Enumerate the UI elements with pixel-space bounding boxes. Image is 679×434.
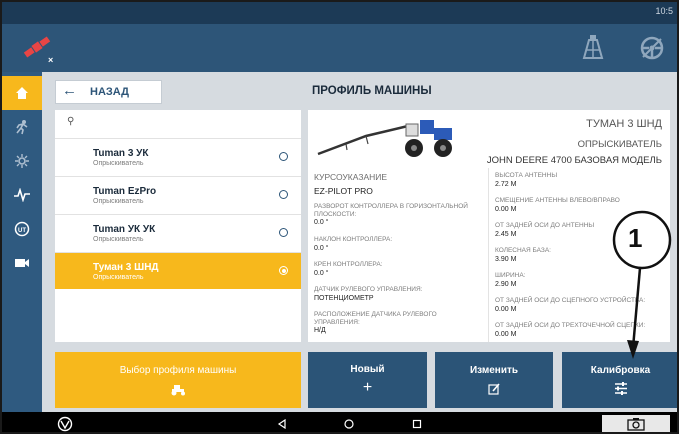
param-value: 0.0 ° [314,270,329,277]
video-camera-icon [15,259,29,267]
list-item-selected[interactable]: Туман 3 ШНД Опрыскиватель [55,252,301,289]
sprayer-run-icon [16,120,28,135]
param-label: РАЗВОРОТ КОНТРОЛЛЕРА В ГОРИЗОНТАЛЬНОЙ ПЛ… [314,203,468,218]
brand-logo-icon[interactable] [57,416,73,432]
top-bar: × [2,24,677,72]
callout-number: 1 [628,223,643,253]
field-grid-icon[interactable] [580,34,606,62]
param-value: EZ-PILOT PRO [314,186,373,196]
param-value: 0.00 M [495,331,517,338]
param-value: 0.0 ° [314,219,329,226]
param-value: 0.0 ° [314,245,329,252]
list-item[interactable]: Tuman 3 УК Опрыскиватель [55,138,301,176]
vehicle-type: Опрыскиватель [93,160,144,167]
sliders-icon [614,382,627,395]
param-label: КУРСОУКАЗАНИЕ [314,172,388,182]
param-label: КОЛЕСНАЯ БАЗА: [495,247,551,254]
param-value: 2.72 M [495,181,517,188]
pulse-icon [14,188,30,202]
list-item[interactable]: Tuman УК УК Опрыскиватель [55,214,301,252]
sidebar-item-home[interactable] [2,76,42,110]
profile-name: ТУМАН 3 ШНД [586,118,662,130]
param-value: 2.90 M [495,281,517,288]
param-value: 3.90 M [495,256,517,263]
param-value: 0.00 M [495,306,517,313]
tractor-icon [171,384,185,395]
sidebar: UT [2,72,42,412]
vehicle-name: Туман 3 ШНД [93,262,159,273]
sidebar-item-settings[interactable] [2,144,42,178]
list-item[interactable]: Tuman EzPro Опрыскиватель [55,176,301,214]
sidebar-item-diagnostics[interactable] [2,178,42,212]
gps-receiver-icon: UT [14,221,30,237]
vehicle-type: Опрыскиватель [93,236,144,243]
edit-button[interactable]: Изменить [435,352,553,408]
page-title: ПРОФИЛЬ МАШИНЫ [312,85,432,97]
calibrate-label: Калибровка [590,365,651,376]
back-triangle-icon[interactable] [277,419,287,429]
sidebar-item-camera[interactable] [2,246,42,280]
param-label: ВЫСОТА АНТЕННЫ [495,172,558,179]
edit-label: Изменить [469,365,519,376]
param-label: ДАТЧИК РУЛЕВОГО УПРАВЛЕНИЯ: [314,286,423,293]
profile-model: JOHN DEERE 4700 БАЗОВАЯ МОДЕЛЬ [486,155,662,166]
select-profile-label: Выбор профиля машины [119,364,237,376]
back-label: НАЗАД [90,86,129,98]
radio-button[interactable] [279,152,288,161]
vehicle-type: Опрыскиватель [93,274,144,281]
param-value: ПОТЕНЦИОМЕТР [314,295,374,302]
profile-type: ОПРЫСКИВАТЕЛЬ [577,139,662,150]
status-bar: 10:5 [2,2,677,24]
sidebar-item-run[interactable] [2,110,42,144]
search-icon[interactable]: ⚲ [67,116,74,127]
recents-square-icon[interactable] [412,419,422,429]
screenshot-camera-icon [627,418,645,431]
param-value: 2.45 M [495,231,517,238]
screenshot-button[interactable] [602,415,670,432]
status-time: 10:5 [655,6,673,16]
arrow-left-icon: ← [62,82,77,99]
profile-divider [488,168,489,342]
param-label: НАКЛОН КОНТРОЛЛЕРА: [314,236,393,243]
param-label: ОТ ЗАДНЕЙ ОСИ ДО АНТЕННЫ [495,222,595,229]
param-label: КРЕН КОНТРОЛЛЕРА: [314,261,383,268]
settings-sliders-icon [15,154,29,168]
vehicle-name: Tuman EzPro [93,186,157,197]
edit-icon [488,383,500,395]
new-button[interactable]: Новый + [308,352,427,408]
select-profile-button[interactable]: Выбор профиля машины [55,352,301,408]
vehicle-list: ⚲ Tuman 3 УК Опрыскиватель Tuman EzPro О… [55,110,301,342]
param-value: 0.00 M [495,206,517,213]
home-circle-icon[interactable] [344,419,354,429]
param-value: Н/Д [314,327,326,334]
radio-button[interactable] [279,228,288,237]
radio-button[interactable] [279,266,288,275]
vehicle-type: Опрыскиватель [93,198,144,205]
app-window: 10:5 × UT ← НАЗАД ПРОФИЛЬ МАШИНЫ ⚲ Tuman… [0,0,679,434]
main-content: ← НАЗАД ПРОФИЛЬ МАШИНЫ ⚲ Tuman 3 УК Опры… [42,72,677,412]
steering-wheel-icon[interactable] [639,35,665,61]
vehicle-name: Tuman УК УК [93,224,156,235]
radio-button[interactable] [279,190,288,199]
back-button[interactable]: ← НАЗАД [55,80,162,104]
sprayer-image [317,120,452,157]
param-label: РАСПОЛОЖЕНИЕ ДАТЧИКА РУЛЕВОГО УПРАВЛЕНИЯ… [314,311,437,326]
svg-text:UT: UT [18,228,26,234]
satellite-off-icon[interactable]: × [22,32,56,64]
sidebar-item-receiver[interactable]: UT [2,212,42,246]
home-icon [16,87,28,99]
vehicle-name: Tuman 3 УК [93,148,149,159]
new-label: Новый [350,363,385,375]
plus-icon: + [362,378,373,396]
android-nav-bar [2,412,677,432]
param-label: ШИРИНА: [495,272,526,279]
svg-text:×: × [48,55,53,64]
